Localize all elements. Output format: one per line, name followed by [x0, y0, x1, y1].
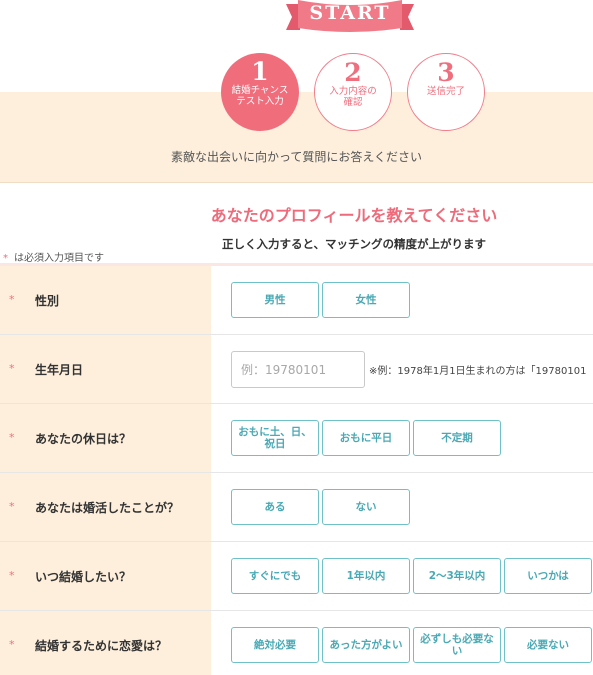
- step-label-line: テスト入力: [236, 96, 284, 107]
- step-1-input: 1 結婚チャンス テスト入力: [221, 53, 299, 131]
- section-title: あなたのプロフィールを教えてください: [210, 206, 498, 225]
- option-not-necessarily[interactable]: 必ずしも必要ない: [413, 627, 501, 663]
- step-label-line: 入力内容の: [329, 86, 377, 97]
- required-star-icon: *: [9, 362, 15, 375]
- form-row-holiday: * あなたの休日は？ おもに土、日、祝日 おもに平日 不定期: [0, 404, 593, 473]
- option-weekend[interactable]: おもに土、日、祝日: [231, 420, 319, 456]
- step-label-line: 結婚チャンス: [231, 85, 289, 96]
- intro-text: 素敵な出会いに向かって質問にお答えください: [170, 150, 423, 164]
- option-irregular[interactable]: 不定期: [413, 420, 501, 456]
- required-note: * は必須入力項目です: [3, 249, 104, 264]
- field-label: 性別: [35, 294, 60, 308]
- option-someday[interactable]: いつかは: [504, 558, 592, 594]
- option-female[interactable]: 女性: [322, 282, 410, 318]
- option-preferable[interactable]: あった方がよい: [322, 627, 410, 663]
- field-label: 生年月日: [35, 363, 84, 377]
- option-weekday[interactable]: おもに平日: [322, 420, 410, 456]
- required-star-icon: *: [9, 569, 15, 582]
- option-essential[interactable]: 絶対必要: [231, 627, 319, 663]
- required-star-icon: *: [9, 500, 15, 513]
- field-label: あなたの休日は？: [35, 432, 132, 446]
- option-male[interactable]: 男性: [231, 282, 319, 318]
- start-label: START: [309, 2, 391, 24]
- field-label: あなたは婚活したことが？: [35, 501, 180, 515]
- step-number: 2: [344, 58, 362, 87]
- option-yes[interactable]: ある: [231, 489, 319, 525]
- step-number: 3: [437, 58, 455, 87]
- step-label: 結婚チャンス テスト入力: [221, 85, 299, 107]
- birthdate-input[interactable]: [231, 351, 365, 388]
- field-label: 結婚するために恋愛は？: [35, 639, 168, 653]
- form-row-romance: * 結婚するために恋愛は？ 絶対必要 あった方がよい 必ずしも必要ない 必要ない: [0, 611, 593, 675]
- profile-form: * 性別 男性 女性 * 生年月日 ※例：1978年1月1日生まれの方は「197…: [0, 266, 593, 675]
- option-no[interactable]: ない: [322, 489, 410, 525]
- option-asap[interactable]: すぐにでも: [231, 558, 319, 594]
- form-row-konkatsu: * あなたは婚活したことが？ ある ない: [0, 473, 593, 542]
- required-star-icon: *: [9, 293, 15, 306]
- step-label-line: 確認: [343, 97, 363, 108]
- option-within-2-3-years[interactable]: 2〜3年以内: [413, 558, 501, 594]
- field-label: いつ結婚したい？: [35, 570, 132, 584]
- step-2-confirm: 2 入力内容の 確認: [314, 53, 392, 131]
- required-star-icon: *: [9, 431, 15, 444]
- form-row-gender: * 性別 男性 女性: [0, 266, 593, 335]
- step-label: 入力内容の 確認: [315, 86, 391, 108]
- label-cell: [0, 335, 211, 403]
- form-row-when-marry: * いつ結婚したい？ すぐにでも 1年以内 2〜3年以内 いつかは: [0, 542, 593, 611]
- start-ribbon: START: [286, 0, 414, 34]
- step-number: 1: [251, 57, 269, 86]
- step-label: 送信完了: [426, 86, 465, 97]
- label-cell: [0, 266, 211, 334]
- option-within-1-year[interactable]: 1年以内: [322, 558, 410, 594]
- step-3-complete: 3 送信完了: [407, 53, 485, 131]
- required-star-icon: *: [9, 638, 15, 651]
- option-not-needed[interactable]: 必要ない: [504, 627, 592, 663]
- birthdate-hint: ※例：1978年1月1日生まれの方は「19780101: [369, 366, 587, 377]
- form-row-birthdate: * 生年月日 ※例：1978年1月1日生まれの方は「19780101: [0, 335, 593, 404]
